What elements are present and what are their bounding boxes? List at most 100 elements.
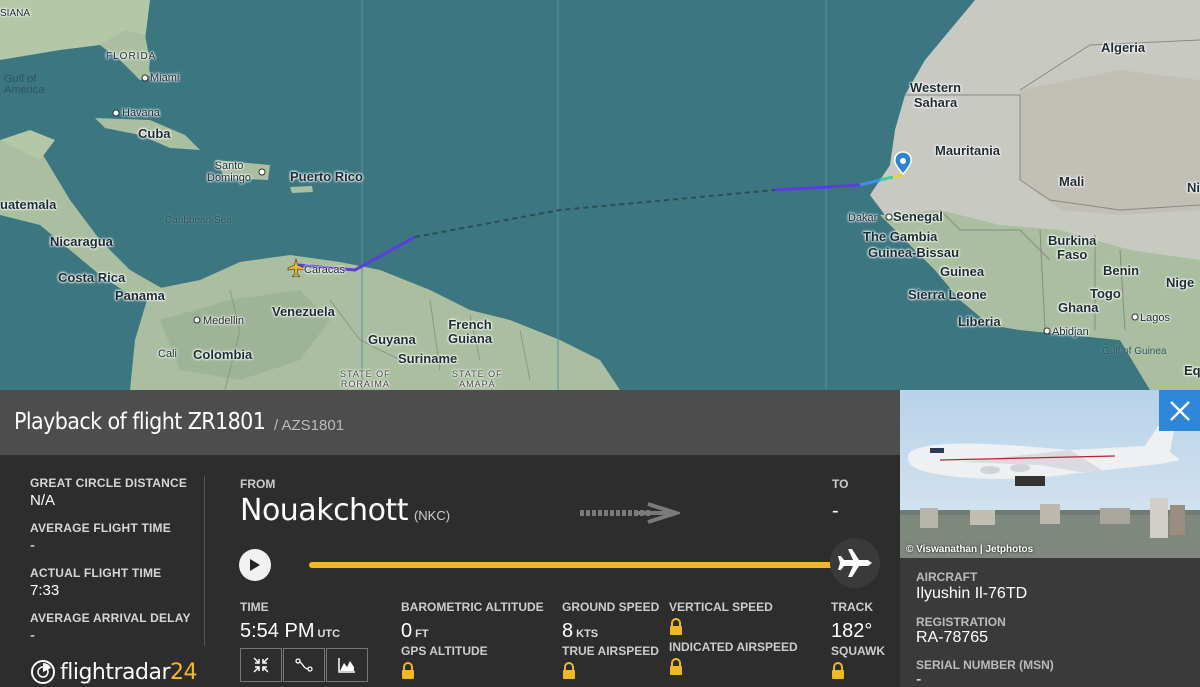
map-label-liberia: Liberia (958, 314, 1001, 329)
gps-label: GPS ALTITUDE (401, 644, 488, 658)
map-label-cali: Cali (158, 348, 177, 360)
stat-label: ACTUAL FLIGHT TIME (30, 566, 162, 580)
serial-label: SERIAL NUMBER (MSN) (916, 658, 1054, 672)
vs-label: VERTICAL SPEED (669, 600, 773, 614)
map-label-guinea-bissau: Guinea-Bissau (868, 245, 960, 260)
map-label-guatemala: uatemala (0, 197, 57, 212)
time-value-row: 5:54 PM UTC (240, 620, 340, 643)
map-label-medellin: Medellin (203, 315, 244, 327)
map-label-benin: Benin (1103, 263, 1140, 278)
registration-label: REGISTRATION (916, 615, 1006, 629)
map-label-mali: Mali (1059, 174, 1085, 189)
graph-icon (338, 658, 355, 673)
map-label-niger-south: Nige (1166, 275, 1195, 290)
map-label-nicaragua: Nicaragua (50, 234, 113, 249)
time-unit: UTC (317, 628, 341, 640)
map-label-burkina-faso: Burkina Faso (1048, 233, 1097, 262)
baro-value: 0 (401, 620, 413, 642)
altitude-graph-button[interactable] (326, 648, 368, 682)
map-label-abidjan: Abidjan (1052, 326, 1089, 338)
map-label-gulf-mexico: Gulf of America (4, 73, 45, 96)
lock-icon[interactable] (562, 662, 576, 685)
metric-true-airspeed: TRUE AIRSPEED (562, 644, 659, 685)
stat-average-arrival-delay: AVERAGE ARRIVAL DELAY - (30, 611, 200, 656)
stat-label: AVERAGE FLIGHT TIME (30, 521, 171, 535)
close-button[interactable] (1159, 390, 1200, 431)
close-icon (1169, 400, 1190, 421)
from-airport[interactable]: Nouakchott (NKC) (240, 493, 450, 528)
lock-icon[interactable] (669, 618, 683, 641)
stat-great-circle-distance: GREAT CIRCLE DISTANCE N/A (30, 476, 200, 521)
playback-slider[interactable] (309, 562, 849, 568)
flightradar-playback-screen: SIANA FLORIDA Miami Gulf of America Hava… (0, 0, 1200, 687)
map-label-florida: FLORIDA (106, 51, 157, 62)
map-label-panama: Panama (115, 288, 165, 303)
map-label-senegal: Senegal (893, 209, 943, 224)
stat-value: - (30, 537, 35, 554)
squawk-label: SQUAWK (831, 644, 885, 658)
map-label-dakar: Dakar (848, 212, 878, 224)
collapse-view-button[interactable] (240, 648, 282, 682)
stat-label: AVERAGE ARRIVAL DELAY (30, 611, 191, 625)
map-label-louisiana: SIANA (0, 8, 31, 19)
metric-track: TRACK 182° (831, 600, 873, 643)
metric-gps-altitude: GPS ALTITUDE (401, 644, 488, 685)
map-label-niger: Nige (1187, 180, 1200, 195)
metric-vertical-speed: VERTICAL SPEED (669, 600, 773, 641)
lock-icon[interactable] (669, 658, 683, 681)
stat-value: - (30, 627, 35, 644)
registration-value: RA-78765 (916, 629, 989, 646)
metric-time: TIME 5:54 PM UTC (240, 600, 340, 643)
route-view-button[interactable] (283, 648, 325, 682)
lock-icon[interactable] (401, 662, 415, 685)
ias-label: INDICATED AIRSPEED (669, 640, 798, 654)
map[interactable]: SIANA FLORIDA Miami Gulf of America Hava… (0, 0, 1200, 390)
gs-value-row: 8 KTS (562, 620, 659, 643)
flight-details-panel: Playback of flight ZR1801 / AZS1801 GREA… (0, 390, 900, 687)
metric-indicated-airspeed: INDICATED AIRSPEED (669, 640, 798, 681)
from-city: Nouakchott (240, 493, 408, 528)
to-airport: - (832, 500, 839, 522)
stat-actual-flight-time: ACTUAL FLIGHT TIME 7:33 (30, 566, 200, 611)
flightradar24-logo[interactable]: flightradar24 (30, 658, 198, 686)
aircraft-label: AIRCRAFT (916, 570, 978, 584)
map-label-lagos: Lagos (1140, 312, 1170, 324)
map-label-equatorial: Eq (1184, 363, 1200, 378)
map-label-colombia: Colombia (193, 347, 253, 362)
map-label-costa-rica: Costa Rica (58, 270, 126, 285)
flight-stats: GREAT CIRCLE DISTANCE N/A AVERAGE FLIGHT… (30, 476, 200, 656)
route-icon (295, 658, 313, 672)
aircraft-photo[interactable]: © Viswanathan | Jetphotos (900, 390, 1200, 558)
track-value: 182° (831, 620, 873, 642)
map-canvas (0, 0, 1200, 390)
map-label-french-guiana: French Guiana (448, 317, 493, 346)
lock-icon[interactable] (831, 662, 845, 685)
route-arrow-icon (580, 502, 680, 524)
playback-handle-plane-icon[interactable] (830, 538, 880, 588)
map-label-cuba: Cuba (138, 126, 171, 141)
map-label-gulf-of-guinea: Gulf of Guinea (1102, 346, 1167, 357)
map-label-amapa: STATE OF AMAPÁ (452, 369, 503, 389)
metric-squawk: SQUAWK (831, 644, 885, 685)
map-label-santo-domingo: Santo Domingo (207, 160, 252, 184)
to-label: TO (832, 477, 849, 491)
column-divider (204, 476, 205, 646)
stat-value: N/A (30, 492, 56, 509)
map-label-puerto-rico: Puerto Rico (290, 169, 363, 184)
aircraft-photo-image (900, 390, 1200, 558)
title-bar: Playback of flight ZR1801 / AZS1801 (0, 390, 900, 455)
photo-credit: © Viswanathan | Jetphotos (906, 544, 1034, 555)
metric-ground-speed: GROUND SPEED 8 KTS (562, 600, 659, 643)
gs-value: 8 (562, 620, 574, 642)
gs-unit: KTS (576, 628, 599, 640)
map-label-guinea: Guinea (940, 264, 985, 279)
metric-barometric-altitude: BAROMETRIC ALTITUDE 0 FT (401, 600, 544, 643)
plane-icon (838, 549, 872, 577)
playback-progress-fill (309, 562, 849, 568)
time-value: 5:54 PM (240, 620, 315, 642)
map-label-venezuela: Venezuela (272, 304, 335, 319)
gs-label: GROUND SPEED (562, 600, 660, 614)
baro-value-row: 0 FT (401, 620, 544, 643)
play-button[interactable] (239, 549, 271, 581)
map-label-ghana: Ghana (1058, 300, 1099, 315)
